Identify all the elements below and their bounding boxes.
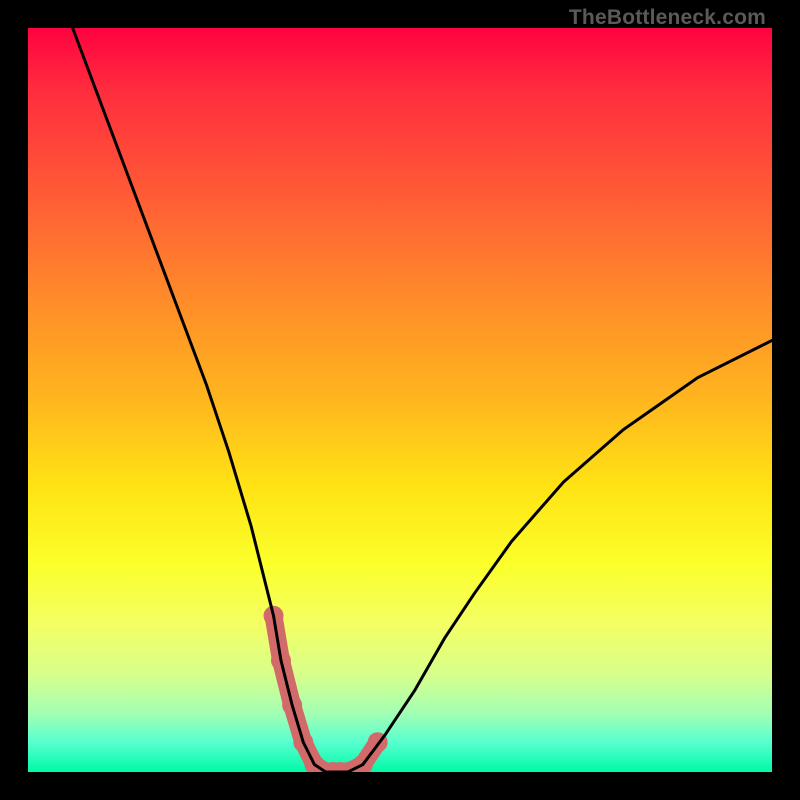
chart-frame: TheBottleneck.com bbox=[0, 0, 800, 800]
minimum-band-path bbox=[274, 616, 378, 772]
band-dot bbox=[323, 762, 343, 772]
band-dot bbox=[264, 606, 284, 626]
band-dot bbox=[271, 650, 291, 670]
band-dot bbox=[353, 755, 373, 772]
minimum-band-dots bbox=[264, 606, 388, 772]
band-dot bbox=[330, 762, 350, 772]
band-dot bbox=[316, 762, 336, 772]
band-dot bbox=[338, 762, 358, 772]
band-dot bbox=[304, 755, 324, 772]
chart-svg bbox=[28, 28, 772, 772]
watermark-text: TheBottleneck.com bbox=[569, 6, 766, 30]
curve-layer bbox=[73, 28, 772, 772]
band-dot bbox=[282, 695, 302, 715]
minimum-band-layer bbox=[264, 606, 388, 772]
bottleneck-curve-path bbox=[73, 28, 772, 772]
plot-area bbox=[28, 28, 772, 772]
band-dot bbox=[293, 732, 313, 752]
band-dot bbox=[368, 732, 388, 752]
